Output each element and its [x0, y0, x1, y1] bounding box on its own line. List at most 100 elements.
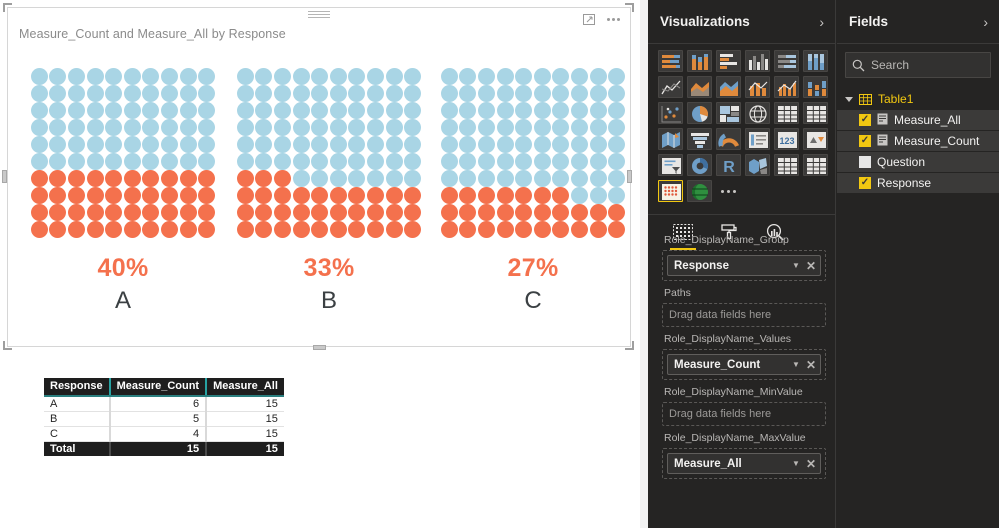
table-row[interactable]: A 6 15	[44, 396, 284, 412]
svg-text:R: R	[723, 159, 735, 176]
pictograph-dot	[123, 136, 141, 153]
area-chart-icon[interactable]	[687, 76, 712, 98]
field-list: ✓ Measure_All ✓ Measure_Count Question ✓ Respo…	[837, 110, 999, 194]
resize-handle-bottom-center[interactable]	[313, 345, 326, 350]
line-and-clustered-column-chart-icon[interactable]	[774, 76, 799, 98]
pictograph-dot	[366, 187, 384, 204]
r-script-visual-icon[interactable]: R	[716, 154, 741, 176]
chevron-right-icon[interactable]: ›	[983, 15, 988, 29]
chevron-right-icon[interactable]: ›	[819, 15, 824, 29]
well-dropzone-empty[interactable]: Drag data fields here	[662, 402, 826, 426]
table-column-header[interactable]: Response	[44, 378, 111, 397]
treemap-icon[interactable]	[716, 102, 741, 124]
line-and-stacked-column-chart-icon[interactable]	[745, 76, 770, 98]
resize-handle-middle-left[interactable]	[2, 170, 7, 183]
pictograph-dot	[142, 221, 160, 238]
table-row[interactable]: C 4 15	[44, 426, 284, 442]
map-icon[interactable]	[745, 102, 770, 124]
pictograph-dot	[142, 102, 160, 119]
well-dropzone[interactable]: Measure_All ▼ ✕	[662, 448, 826, 479]
remove-field-icon[interactable]: ✕	[806, 458, 816, 470]
chevron-down-icon[interactable]: ▼	[792, 360, 800, 369]
field-item[interactable]: ✓ Measure_Count	[837, 131, 999, 152]
field-checkbox[interactable]	[859, 156, 871, 168]
resize-handle-middle-right[interactable]	[627, 170, 632, 183]
field-checkbox[interactable]: ✓	[859, 177, 871, 189]
shape-map-icon[interactable]	[745, 154, 770, 176]
table-alt-icon[interactable]	[803, 154, 828, 176]
pictograph-dot	[160, 187, 178, 204]
slicer-icon[interactable]	[658, 154, 683, 176]
table-column-header[interactable]: Measure_Count	[109, 378, 208, 397]
table-column-header[interactable]: Measure_All	[206, 378, 284, 397]
drag-handle-icon[interactable]	[308, 11, 330, 19]
resize-handle-bottom-left[interactable]	[3, 341, 12, 350]
chevron-down-icon[interactable]: ▼	[792, 459, 800, 468]
field-item[interactable]: ✓ Measure_All	[837, 110, 999, 131]
pictograph-group[interactable]: 40% A	[30, 68, 216, 315]
resize-handle-bottom-right[interactable]	[625, 341, 634, 350]
clustered-column-chart-icon[interactable]	[745, 50, 770, 72]
pictograph-group[interactable]: 33% B	[236, 68, 422, 315]
well-field-chip[interactable]: Response ▼ ✕	[667, 255, 821, 276]
more-visuals-icon[interactable]	[716, 180, 741, 202]
globe-map-custom-visual-icon[interactable]	[687, 180, 712, 202]
stacked-area-chart-icon[interactable]	[716, 76, 741, 98]
scatter-chart-icon[interactable]	[658, 102, 683, 124]
pictograph-dot	[255, 170, 273, 187]
pictograph-dot	[385, 153, 403, 170]
remove-field-icon[interactable]: ✕	[806, 260, 816, 272]
pictograph-dot	[459, 221, 477, 238]
remove-field-icon[interactable]: ✕	[806, 359, 816, 371]
well-field-chip[interactable]: Measure_Count ▼ ✕	[667, 354, 821, 375]
pie-chart-icon[interactable]	[687, 102, 712, 124]
field-item[interactable]: Question	[837, 152, 999, 173]
100-percent-stacked-bar-chart-icon[interactable]	[774, 50, 799, 72]
chevron-down-icon[interactable]	[845, 96, 853, 102]
matrix-icon[interactable]	[774, 102, 799, 124]
card-icon[interactable]: 123	[774, 128, 799, 150]
pictograph-dot	[160, 170, 178, 187]
stacked-bar-chart-icon[interactable]	[658, 50, 683, 72]
pictograph-dot	[311, 221, 329, 238]
measure-icon	[877, 113, 888, 128]
field-item[interactable]: ✓ Response	[837, 173, 999, 194]
field-checkbox[interactable]: ✓	[859, 135, 871, 147]
more-options-icon[interactable]	[604, 10, 622, 28]
table-node-Table1[interactable]: Table1	[837, 88, 999, 110]
pictograph-visual[interactable]: Measure_Count and Measure_All by Respons…	[7, 7, 631, 347]
pictograph-dot	[49, 85, 67, 102]
well-dropzone[interactable]: Response ▼ ✕	[662, 250, 826, 281]
pictograph-dot	[49, 170, 67, 187]
search-input[interactable]: Search	[845, 52, 991, 78]
donut-chart-icon[interactable]	[687, 154, 712, 176]
well-field-chip[interactable]: Measure_All ▼ ✕	[667, 453, 821, 474]
gauge-chart-icon[interactable]	[716, 128, 741, 150]
stacked-column-chart-icon[interactable]	[687, 50, 712, 72]
field-checkbox[interactable]: ✓	[859, 114, 871, 126]
table-icon[interactable]	[803, 102, 828, 124]
pictograph-dot	[570, 136, 588, 153]
100-percent-stacked-column-chart-icon[interactable]	[803, 50, 828, 72]
resize-handle-top-right[interactable]	[625, 3, 634, 12]
clustered-bar-chart-icon[interactable]	[716, 50, 741, 72]
matrix-alt-icon[interactable]	[774, 154, 799, 176]
report-page[interactable]: Measure_Count and Measure_All by Respons…	[0, 0, 640, 528]
pictograph-group[interactable]: 27% C	[440, 68, 626, 315]
pictograph-custom-visual-icon[interactable]	[658, 180, 683, 202]
pictograph-dot	[459, 85, 477, 102]
multi-row-card-icon[interactable]	[745, 128, 770, 150]
funnel-chart-icon[interactable]	[687, 128, 712, 150]
kpi-icon[interactable]	[803, 128, 828, 150]
well-dropzone-empty[interactable]: Drag data fields here	[662, 303, 826, 327]
ribbon-chart-icon[interactable]	[803, 76, 828, 98]
resize-handle-top-left[interactable]	[3, 3, 12, 12]
filled-map-icon[interactable]	[658, 128, 683, 150]
focus-mode-icon[interactable]	[580, 10, 598, 28]
chevron-down-icon[interactable]: ▼	[792, 261, 800, 270]
line-chart-icon[interactable]	[658, 76, 683, 98]
table-visual[interactable]: Response Measure_Count Measure_All A 6 15 B 5 15…	[44, 378, 284, 456]
well-dropzone[interactable]: Measure_Count ▼ ✕	[662, 349, 826, 380]
table-row[interactable]: B 5 15	[44, 411, 284, 427]
pictograph-chart: 40% A 33% B 27% C	[8, 68, 632, 338]
